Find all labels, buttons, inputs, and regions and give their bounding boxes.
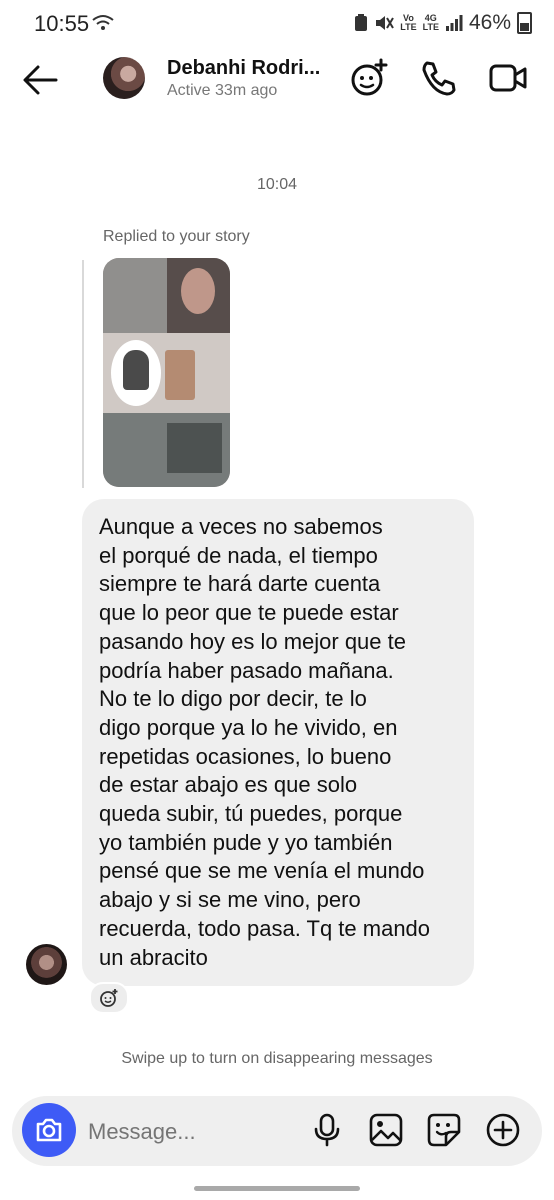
gallery-button[interactable] — [368, 1112, 404, 1148]
plus-circle-icon — [486, 1113, 520, 1147]
battery-percent: 46% — [468, 11, 511, 34]
phone-icon — [422, 61, 456, 96]
mute-icon — [376, 16, 395, 30]
more-options-button[interactable] — [485, 1112, 521, 1148]
sticker-button[interactable] — [426, 1112, 462, 1148]
add-reaction-button[interactable] — [89, 982, 129, 1014]
battery-saver-icon — [355, 14, 368, 31]
arrow-left-icon — [23, 65, 58, 95]
back-button[interactable] — [20, 60, 60, 100]
camera-icon — [36, 1118, 62, 1142]
disappearing-messages-hint: Swipe up to turn on disappearing message… — [121, 1050, 433, 1067]
sticker-icon — [427, 1113, 461, 1147]
signal-icon — [445, 15, 463, 31]
call-button[interactable] — [418, 58, 458, 98]
status-time: 10:55 — [34, 11, 90, 36]
video-camera-icon — [489, 64, 527, 92]
camera-button[interactable] — [22, 1103, 76, 1157]
active-status: Active 33m ago — [167, 82, 278, 99]
contact-avatar[interactable] — [103, 57, 145, 99]
wifi-icon — [92, 14, 114, 37]
sender-avatar[interactable] — [26, 944, 67, 985]
contact-name[interactable]: Debanhi Rodri... — [167, 57, 320, 80]
status-indicators: Vo LTE 4G LTE 46% — [354, 11, 532, 35]
video-call-button[interactable] — [488, 58, 528, 98]
network-4g-indicator: 4G LTE — [422, 13, 439, 32]
message-bubble[interactable]: Aunque a veces no sabemos el porqué de n… — [82, 499, 474, 986]
microphone-icon — [314, 1113, 340, 1147]
message-input[interactable] — [88, 1119, 288, 1145]
home-indicator — [194, 1186, 360, 1191]
add-reaction-icon — [100, 989, 118, 1007]
effects-button[interactable] — [349, 58, 389, 98]
story-thumbnail[interactable] — [103, 258, 230, 487]
reply-indicator-line — [82, 260, 84, 488]
message-timestamp: 10:04 — [256, 176, 298, 193]
message-text: Aunque a veces no sabemos el porqué de n… — [99, 514, 431, 970]
voice-message-button[interactable] — [309, 1112, 345, 1148]
battery-icon — [517, 12, 532, 34]
face-sparkle-icon — [351, 58, 388, 96]
image-icon — [369, 1113, 403, 1147]
reply-context-label: Replied to your story — [103, 228, 250, 245]
volte-indicator: Vo LTE — [400, 13, 417, 32]
